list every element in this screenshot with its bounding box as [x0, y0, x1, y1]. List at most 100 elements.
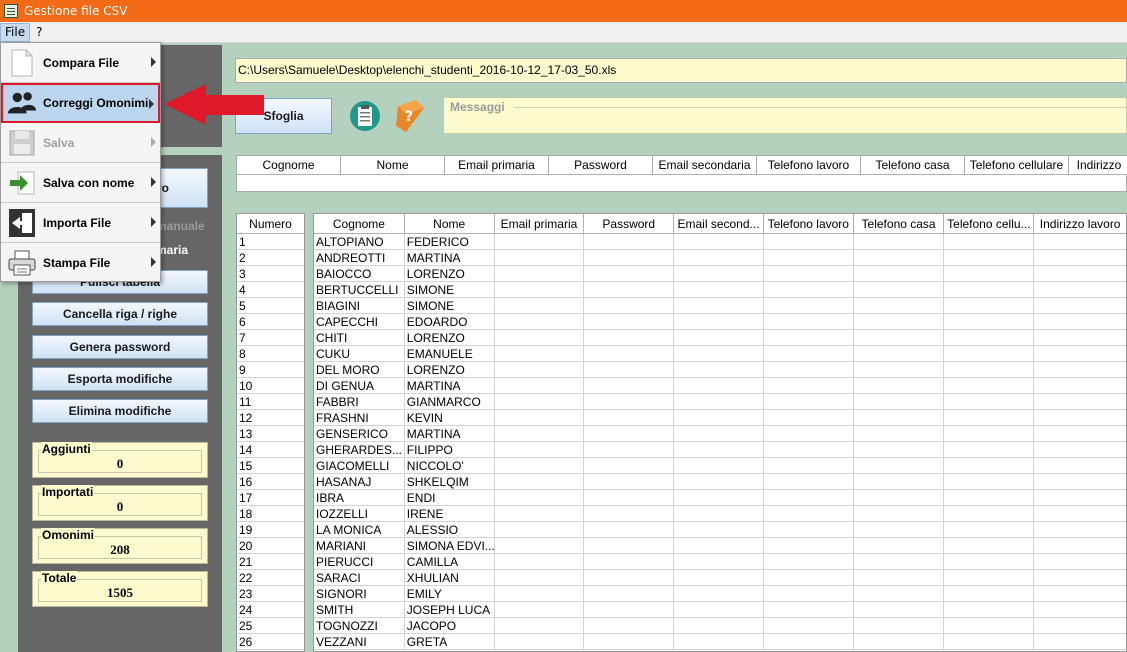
table-cell[interactable]: [495, 522, 585, 537]
table-cell[interactable]: [764, 394, 854, 409]
row-number[interactable]: 5: [237, 298, 304, 314]
cell-cognome[interactable]: CUKU: [314, 346, 405, 361]
cell-cognome[interactable]: VEZZANI: [314, 634, 405, 649]
table-cell[interactable]: [584, 458, 675, 473]
table-cell[interactable]: [1034, 618, 1126, 633]
table-row[interactable]: BAIOCCO LORENZO: [314, 266, 1126, 282]
table-cell[interactable]: [674, 570, 764, 585]
table-row[interactable]: DI GENUA MARTINA: [314, 378, 1126, 394]
table-cell[interactable]: [854, 570, 945, 585]
table-cell[interactable]: [674, 538, 764, 553]
table-cell[interactable]: [854, 474, 945, 489]
cell-cognome[interactable]: CAPECCHI: [314, 314, 405, 329]
table-cell[interactable]: [495, 362, 585, 377]
table-cell[interactable]: [1034, 602, 1126, 617]
table-cell[interactable]: [854, 538, 945, 553]
table-cell[interactable]: [674, 426, 764, 441]
cell-nome[interactable]: CAMILLA: [405, 554, 495, 569]
table-cell[interactable]: [674, 250, 764, 265]
table-cell[interactable]: [584, 570, 675, 585]
table-cell[interactable]: [495, 474, 585, 489]
table-cell[interactable]: [584, 538, 675, 553]
table-cell[interactable]: [944, 330, 1035, 345]
table-cell[interactable]: [495, 266, 585, 281]
table-cell[interactable]: [854, 330, 945, 345]
header-telefono-casa[interactable]: Telefono casa: [861, 156, 965, 175]
row-number[interactable]: 3: [237, 266, 304, 282]
cell-cognome[interactable]: HASANAJ: [314, 474, 405, 489]
cell-cognome[interactable]: TOGNOZZI: [314, 618, 405, 633]
cell-cognome[interactable]: GENSERICO: [314, 426, 405, 441]
cell-nome[interactable]: EDOARDO: [405, 314, 495, 329]
table-cell[interactable]: [495, 394, 585, 409]
row-number[interactable]: 16: [237, 474, 304, 490]
table-cell[interactable]: [1034, 490, 1126, 505]
table-cell[interactable]: [584, 410, 675, 425]
cell-nome[interactable]: SIMONE: [405, 282, 495, 297]
table-row[interactable]: VEZZANI GRETA: [314, 634, 1126, 650]
cell-nome[interactable]: SHKELQIM: [405, 474, 495, 489]
row-number[interactable]: 2: [237, 250, 304, 266]
table-cell[interactable]: [495, 282, 585, 297]
row-number[interactable]: 4: [237, 282, 304, 298]
col-email-secondaria[interactable]: Email second...: [674, 214, 764, 233]
table-cell[interactable]: [764, 634, 854, 649]
table-cell[interactable]: [1034, 410, 1126, 425]
cancella-righe-button[interactable]: Cancella riga / righe: [32, 302, 208, 326]
table-cell[interactable]: [944, 362, 1035, 377]
cell-nome[interactable]: LORENZO: [405, 330, 495, 345]
cell-nome[interactable]: LORENZO: [405, 362, 495, 377]
table-cell[interactable]: [944, 570, 1035, 585]
table-row[interactable]: FRASHNI KEVIN: [314, 410, 1126, 426]
help-book-icon[interactable]: ?: [394, 98, 428, 134]
table-cell[interactable]: [495, 250, 585, 265]
table-cell[interactable]: [584, 618, 675, 633]
cell-nome[interactable]: XHULIAN: [405, 570, 495, 585]
table-cell[interactable]: [584, 442, 675, 457]
table-cell[interactable]: [674, 554, 764, 569]
col-email-primaria[interactable]: Email primaria: [495, 214, 585, 233]
table-cell[interactable]: [584, 298, 675, 313]
table-cell[interactable]: [1034, 474, 1126, 489]
table-row[interactable]: GIACOMELLI NICCOLO': [314, 458, 1126, 474]
table-row[interactable]: PIERUCCI CAMILLA: [314, 554, 1126, 570]
header-email-secondaria[interactable]: Email secondaria: [653, 156, 757, 175]
table-cell[interactable]: [495, 458, 585, 473]
table-cell[interactable]: [584, 282, 675, 297]
table-row[interactable]: GENSERICO MARTINA: [314, 426, 1126, 442]
table-cell[interactable]: [674, 522, 764, 537]
table-cell[interactable]: [944, 250, 1035, 265]
table-cell[interactable]: [584, 362, 675, 377]
table-cell[interactable]: [854, 602, 945, 617]
menu-item-salva-con-nome[interactable]: Salva con nome: [1, 163, 160, 203]
table-cell[interactable]: [764, 234, 854, 249]
cell-nome[interactable]: IRENE: [405, 506, 495, 521]
table-cell[interactable]: [495, 538, 585, 553]
table-cell[interactable]: [854, 586, 945, 601]
header-telefono-cellulare[interactable]: Telefono cellulare: [965, 156, 1069, 175]
table-cell[interactable]: [674, 634, 764, 649]
table-cell[interactable]: [944, 234, 1035, 249]
table-cell[interactable]: [764, 474, 854, 489]
table-cell[interactable]: [764, 378, 854, 393]
table-cell[interactable]: [1034, 250, 1126, 265]
table-row[interactable]: DEL MORO LORENZO: [314, 362, 1126, 378]
table-cell[interactable]: [495, 506, 585, 521]
table-cell[interactable]: [495, 298, 585, 313]
table-row[interactable]: IOZZELLI IRENE: [314, 506, 1126, 522]
cell-cognome[interactable]: BERTUCCELLI: [314, 282, 405, 297]
table-cell[interactable]: [495, 554, 585, 569]
table-row[interactable]: SIGNORI EMILY: [314, 586, 1126, 602]
table-cell[interactable]: [584, 266, 675, 281]
table-cell[interactable]: [1034, 314, 1126, 329]
table-cell[interactable]: [674, 490, 764, 505]
table-cell[interactable]: [495, 586, 585, 601]
table-cell[interactable]: [944, 458, 1035, 473]
table-cell[interactable]: [584, 234, 675, 249]
table-cell[interactable]: [854, 394, 945, 409]
table-cell[interactable]: [495, 618, 585, 633]
table-cell[interactable]: [584, 522, 675, 537]
row-number[interactable]: 11: [237, 394, 304, 410]
table-cell[interactable]: [764, 266, 854, 281]
table-cell[interactable]: [944, 314, 1035, 329]
